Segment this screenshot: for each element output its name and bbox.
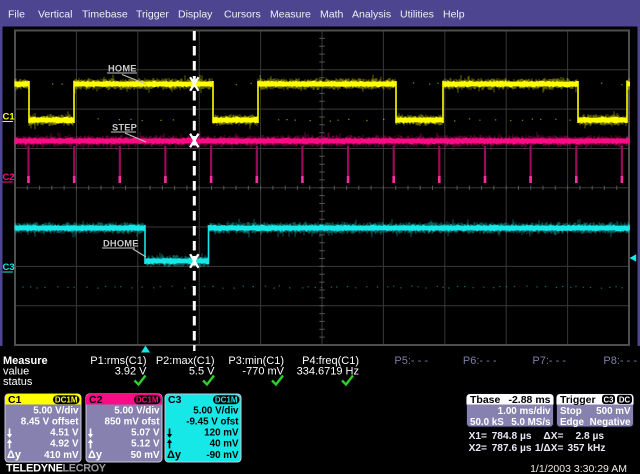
svg-text:Δy: Δy bbox=[88, 449, 103, 461]
svg-text:Δy: Δy bbox=[167, 449, 182, 461]
svg-text:4.92 V: 4.92 V bbox=[50, 439, 79, 450]
svg-text:3.92 V: 3.92 V bbox=[115, 366, 147, 378]
svg-text:1/1/2003 3:30:29 AM: 1/1/2003 3:30:29 AM bbox=[530, 463, 627, 474]
svg-text:X1=: X1= bbox=[469, 431, 487, 442]
svg-text:5.5 V: 5.5 V bbox=[189, 366, 215, 378]
svg-text:Help: Help bbox=[443, 9, 465, 21]
svg-text:357 kHz: 357 kHz bbox=[568, 443, 606, 454]
svg-text:Cursors: Cursors bbox=[224, 9, 261, 21]
svg-text:Trigger: Trigger bbox=[136, 9, 169, 21]
svg-text:P5:- - -: P5:- - - bbox=[394, 355, 428, 367]
svg-text:DC1M: DC1M bbox=[55, 396, 78, 405]
svg-text:Display: Display bbox=[178, 9, 213, 21]
svg-text:ΔX=: ΔX= bbox=[543, 431, 563, 442]
svg-text:120 mV: 120 mV bbox=[204, 428, 239, 439]
svg-text:P7:- - -: P7:- - - bbox=[532, 355, 566, 367]
svg-text:5.00 V/div: 5.00 V/div bbox=[193, 406, 239, 417]
svg-text:C3: C3 bbox=[604, 396, 615, 405]
svg-text:50 mV: 50 mV bbox=[131, 450, 160, 461]
svg-text:HOME: HOME bbox=[108, 64, 137, 74]
svg-text:410 mV: 410 mV bbox=[44, 450, 79, 461]
svg-text:Vertical: Vertical bbox=[38, 9, 72, 21]
svg-text:TELEDYNE: TELEDYNE bbox=[6, 463, 63, 474]
svg-text:C1: C1 bbox=[3, 112, 16, 123]
svg-text:Timebase: Timebase bbox=[82, 9, 128, 21]
svg-text:-9.45 V ofst: -9.45 V ofst bbox=[186, 417, 239, 428]
svg-text:C3: C3 bbox=[168, 394, 182, 406]
svg-text:5.12 V: 5.12 V bbox=[131, 439, 160, 450]
svg-text:787.6 µs: 787.6 µs bbox=[492, 443, 532, 454]
svg-text:Utilities: Utilities bbox=[400, 9, 434, 21]
svg-text:784.8 µs: 784.8 µs bbox=[492, 431, 532, 442]
svg-text:Δy: Δy bbox=[7, 449, 22, 461]
svg-text:500 mV: 500 mV bbox=[596, 406, 631, 417]
svg-text:1.00 ms/div: 1.00 ms/div bbox=[498, 406, 551, 417]
svg-text:File: File bbox=[8, 9, 25, 21]
svg-text:5.07 V: 5.07 V bbox=[131, 428, 160, 439]
svg-text:5.0 MS/s: 5.0 MS/s bbox=[511, 417, 551, 428]
svg-text:Math: Math bbox=[320, 9, 344, 21]
svg-text:Edge: Edge bbox=[560, 417, 585, 428]
svg-text:P8:- - -: P8:- - - bbox=[603, 355, 637, 367]
svg-text:4.51 V: 4.51 V bbox=[50, 428, 79, 439]
svg-text:X2=: X2= bbox=[469, 443, 487, 454]
svg-text:C3: C3 bbox=[3, 262, 15, 273]
svg-text:850 mV ofst: 850 mV ofst bbox=[105, 417, 161, 428]
svg-text:Negative: Negative bbox=[590, 417, 631, 428]
svg-text:40 mV: 40 mV bbox=[210, 439, 239, 450]
svg-text:1/ΔX=: 1/ΔX= bbox=[535, 443, 564, 454]
svg-text:LECROY: LECROY bbox=[63, 463, 107, 474]
svg-text:status: status bbox=[3, 376, 33, 388]
svg-text:C1: C1 bbox=[8, 394, 22, 406]
svg-text:DC1M: DC1M bbox=[215, 396, 238, 405]
svg-text:-2.88 ms: -2.88 ms bbox=[508, 394, 550, 406]
svg-text:C2: C2 bbox=[89, 394, 103, 406]
svg-text:334.6719 Hz: 334.6719 Hz bbox=[297, 366, 359, 378]
svg-text:P6:- - -: P6:- - - bbox=[463, 355, 497, 367]
svg-text:Analysis: Analysis bbox=[352, 9, 391, 21]
svg-text:DC: DC bbox=[619, 396, 631, 405]
svg-text:-770 mV: -770 mV bbox=[242, 366, 284, 378]
svg-text:Tbase: Tbase bbox=[470, 394, 501, 406]
svg-text:8.45 V offset: 8.45 V offset bbox=[21, 417, 79, 428]
svg-text:STEP: STEP bbox=[112, 123, 137, 133]
svg-text:Measure: Measure bbox=[270, 9, 311, 21]
svg-text:Trigger: Trigger bbox=[560, 394, 596, 406]
svg-text:DHOME: DHOME bbox=[103, 239, 139, 249]
svg-text:C2: C2 bbox=[3, 172, 15, 183]
svg-text:50.0 kS: 50.0 kS bbox=[470, 417, 504, 428]
svg-text:5.00 V/div: 5.00 V/div bbox=[33, 406, 79, 417]
svg-text:2.8 µs: 2.8 µs bbox=[575, 431, 604, 442]
svg-text:5.00 V/div: 5.00 V/div bbox=[114, 406, 160, 417]
svg-text:Stop: Stop bbox=[560, 406, 582, 417]
svg-text:-90 mV: -90 mV bbox=[206, 450, 239, 461]
svg-text:DC1M: DC1M bbox=[136, 396, 159, 405]
